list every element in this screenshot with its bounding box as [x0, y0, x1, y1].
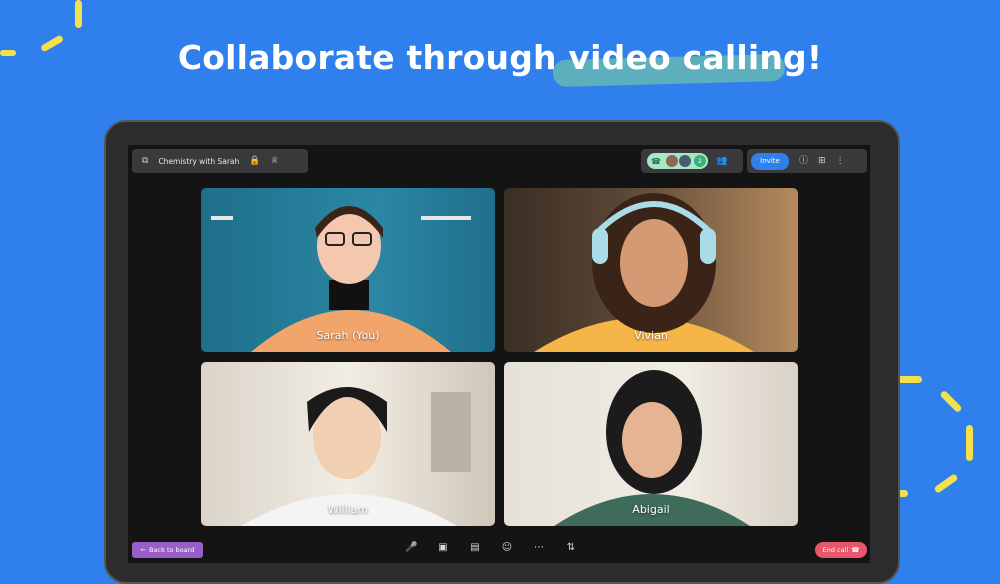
participant-name: Vivian: [634, 329, 668, 342]
avatar: [677, 154, 692, 168]
decor-dash-7: [933, 473, 959, 494]
more-options-icon[interactable]: ⋯: [533, 542, 545, 553]
participant-count-badge: 2: [693, 155, 706, 167]
board-title: Chemistry with Sarah: [158, 156, 240, 166]
invite-button[interactable]: Invite: [751, 152, 789, 170]
headline: Collaborate through video calling!: [177, 38, 823, 77]
hang-up-icon: ☎: [851, 546, 860, 554]
back-to-board-button[interactable]: ← Back to board: [132, 542, 203, 558]
camera-icon[interactable]: ▣: [437, 542, 449, 553]
participant-video: [241, 387, 471, 526]
decor-dash-1: [75, 0, 82, 28]
participant-video: [534, 193, 754, 352]
lock-icon[interactable]: 🔒: [249, 156, 260, 166]
active-call-pill[interactable]: ☎ 2: [647, 153, 708, 169]
back-to-board-label: Back to board: [149, 546, 195, 554]
settings-icon[interactable]: ⇅: [565, 542, 577, 553]
video-tile[interactable]: Vivian: [504, 188, 798, 352]
more-icon[interactable]: ⋮: [836, 156, 845, 166]
end-call-label: End call: [822, 546, 849, 554]
participant-name: Abigail: [632, 503, 670, 516]
screen-share-icon[interactable]: ▤: [469, 542, 481, 553]
decor-dash-6: [966, 425, 973, 461]
participant-video: [211, 206, 471, 352]
emoji-icon[interactable]: ☺: [501, 542, 513, 553]
video-tile[interactable]: Abigail: [504, 362, 798, 526]
microphone-icon[interactable]: 🎤: [405, 542, 417, 553]
participant-name: Sarah (You): [316, 329, 380, 342]
call-controls: 🎤 ▣ ▤ ☺ ⋯ ⇅: [405, 542, 577, 553]
end-call-button[interactable]: End call ☎: [815, 542, 867, 558]
video-call-screen: ⧉ Chemistry with Sarah 🔒 ♕ ☎ 2 👥 Invite …: [128, 145, 870, 563]
decor-dash-5: [939, 389, 963, 414]
board-title-bar: ⧉ Chemistry with Sarah 🔒 ♕: [132, 149, 308, 173]
crown-icon[interactable]: ♕: [271, 156, 279, 166]
participant-name: William: [327, 503, 369, 516]
participant-video: [554, 370, 750, 526]
call-controls-bar: ← Back to board 🎤 ▣ ▤ ☺ ⋯ ⇅ End call ☎: [128, 541, 870, 563]
add-icon[interactable]: ⊞: [818, 156, 826, 166]
help-icon[interactable]: ⓘ: [799, 156, 808, 166]
boards-icon[interactable]: ⧉: [142, 156, 148, 166]
people-icon[interactable]: 👥: [716, 156, 727, 166]
video-tile[interactable]: William: [201, 362, 495, 526]
avatar: [664, 154, 679, 168]
actions-bar: Invite ⓘ ⊞ ⋮: [747, 149, 867, 173]
call-status-bar: ☎ 2 👥: [641, 149, 743, 173]
video-tile[interactable]: Sarah (You): [201, 188, 495, 352]
arrow-left-icon: ←: [140, 546, 147, 554]
phone-icon: ☎: [651, 156, 661, 166]
